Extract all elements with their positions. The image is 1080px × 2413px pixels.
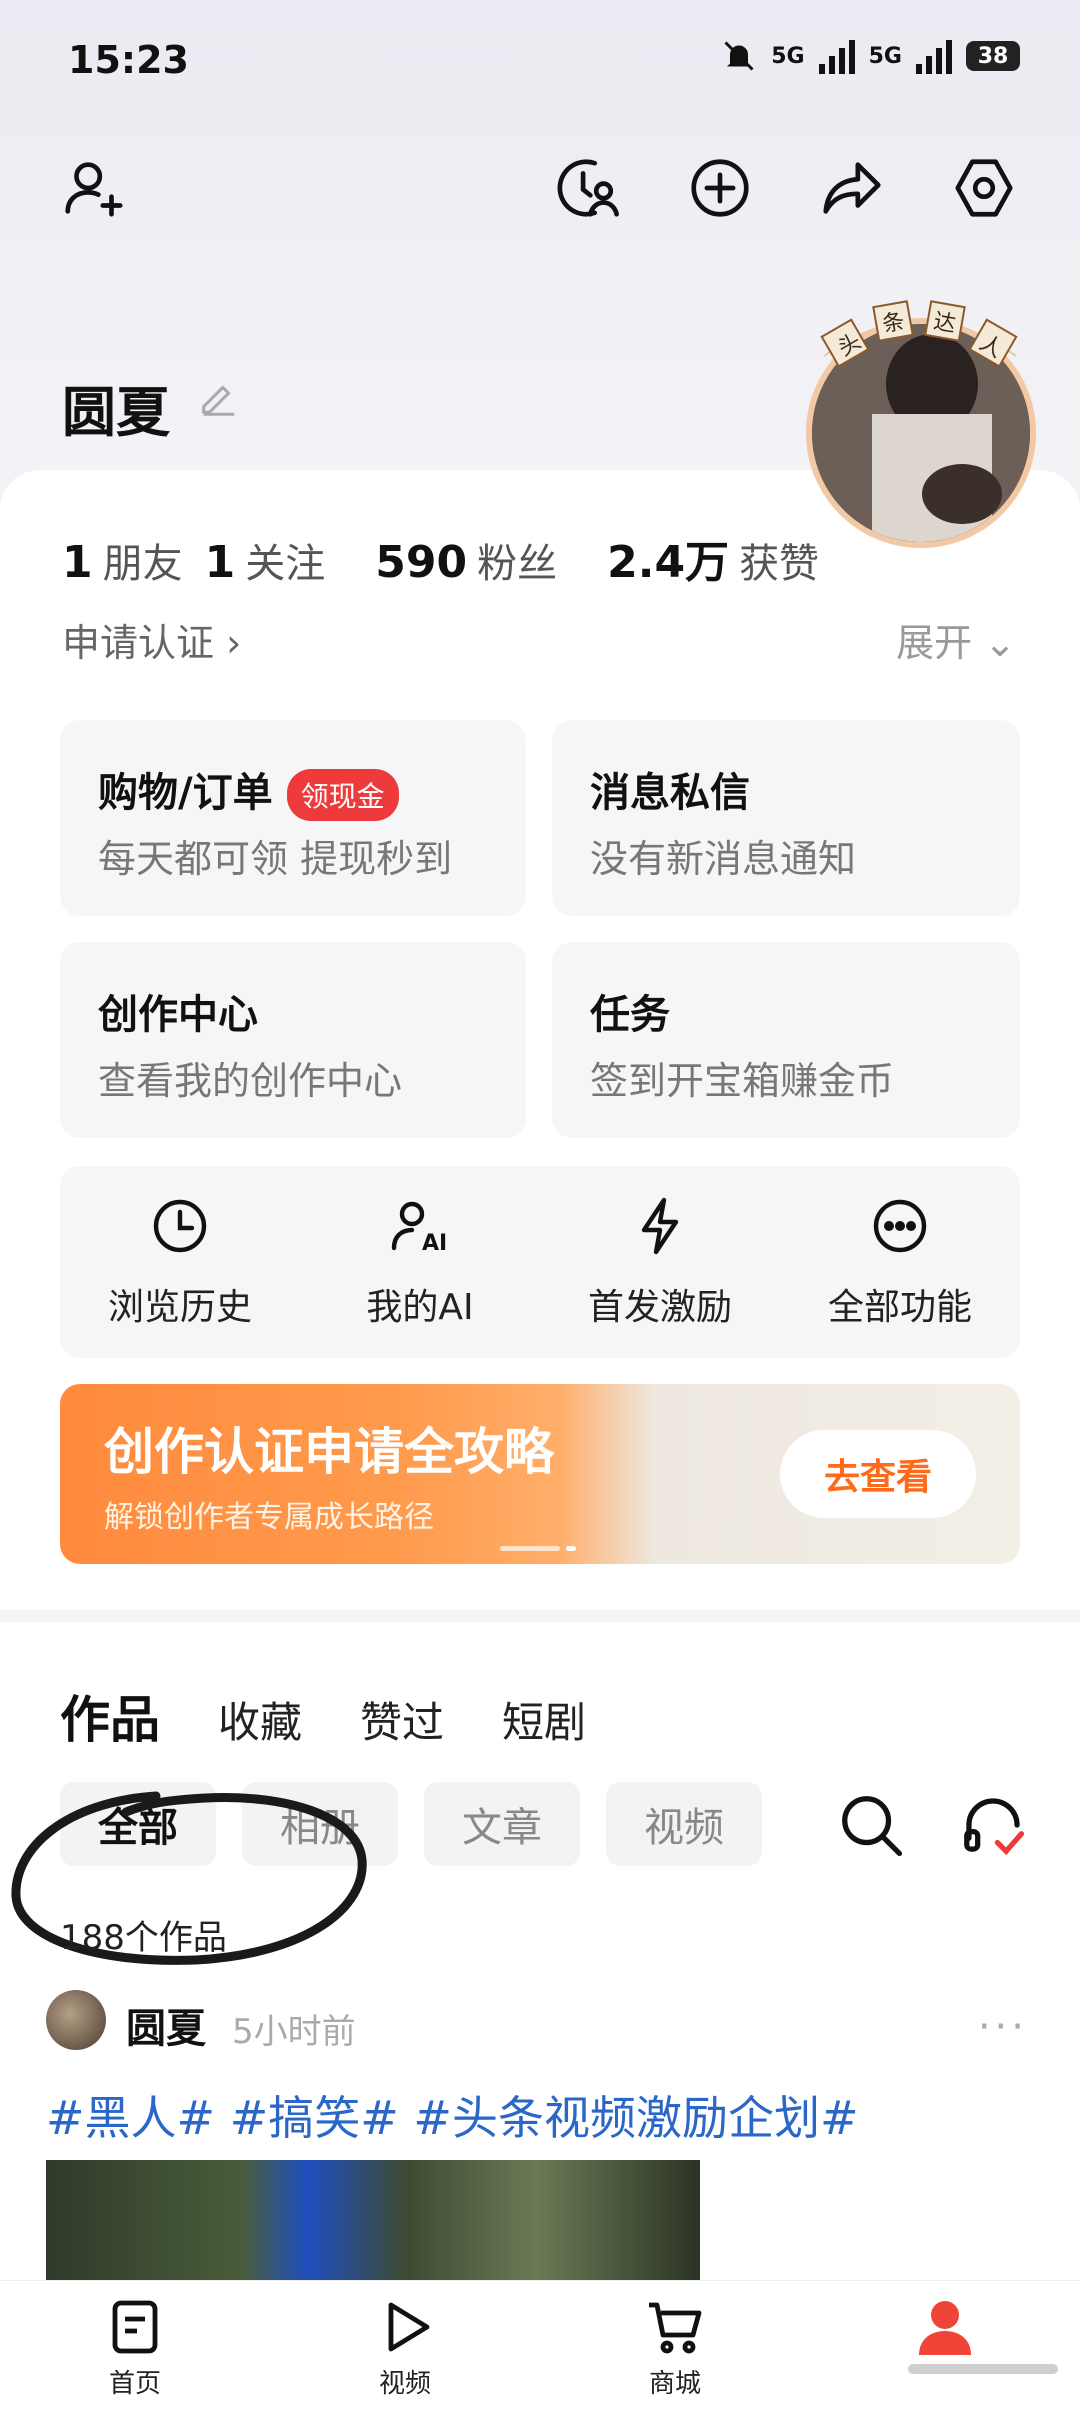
create-button[interactable] (680, 148, 760, 228)
banner-view-button[interactable]: 去查看 (780, 1430, 976, 1518)
profile-username: 圆夏 (62, 381, 170, 444)
status-time: 15:23 (68, 38, 189, 82)
banner-page-indicator (500, 1546, 576, 1551)
post-author-avatar[interactable] (46, 1990, 106, 2050)
tab-works[interactable]: 作品 (60, 1680, 160, 1752)
visitor-clock-icon (557, 159, 619, 217)
nav-home[interactable]: 首页 (0, 2281, 270, 2413)
status-icons: 5G 5G 38 (721, 38, 1020, 74)
network-label-1: 5G (771, 43, 805, 69)
plus-circle-icon (691, 159, 749, 217)
quick-actions: 浏览历史 AI 我的AI 首发激励 全部功能 (60, 1166, 1020, 1358)
clock-icon (153, 1199, 207, 1253)
quick-my-ai[interactable]: AI 我的AI (300, 1166, 540, 1358)
talent-badge-icon: 头 条 达 人 (820, 300, 1018, 366)
tab-short-drama[interactable]: 短剧 (502, 1689, 586, 1750)
banner-subtitle: 解锁创作者专属成长路径 (104, 1500, 434, 1535)
cash-badge: 领现金 (286, 769, 399, 821)
tile-shopping-sub: 每天都可领 提现秒到 (98, 837, 453, 881)
signal-icon-1 (818, 38, 855, 74)
profile-icon (919, 2301, 971, 2355)
post-video-thumbnail[interactable] (46, 2160, 700, 2282)
settings-hexagon-icon (955, 159, 1013, 217)
post-author-name[interactable]: 圆夏 (126, 1996, 206, 2054)
settings-button[interactable] (944, 148, 1024, 228)
headset-icon[interactable] (958, 1790, 1028, 1860)
profile-stats: 1 朋友 1 关注 590 粉丝 2.4万 获赞 (62, 526, 869, 590)
cart-icon (649, 2302, 702, 2354)
nav-mall[interactable]: 商城 (540, 2281, 810, 2413)
filter-article[interactable]: 文章 (424, 1782, 580, 1866)
filter-video[interactable]: 视频 (606, 1782, 762, 1866)
network-label-2: 5G (868, 43, 902, 69)
post-more-button[interactable]: ··· (978, 2004, 1028, 2050)
apply-certification-link[interactable]: 申请认证 › (62, 612, 241, 667)
quick-first-release[interactable]: 首发激励 (540, 1166, 780, 1358)
tab-favorites[interactable]: 收藏 (218, 1689, 302, 1750)
works-count: 188个作品 (60, 1918, 227, 1958)
post-hashtags[interactable]: #黑人# #搞笑# #头条视频激励企划# (46, 2082, 859, 2148)
post-time: 5小时前 (232, 2012, 356, 2052)
more-circle-icon (873, 1199, 927, 1253)
search-icon[interactable] (836, 1790, 906, 1860)
creator-cert-banner[interactable]: 创作认证申请全攻略 解锁创作者专属成长路径 去查看 (60, 1384, 1020, 1564)
tile-messages-sub: 没有新消息通知 (590, 837, 857, 881)
badge-char-2: 条 (880, 309, 906, 337)
tile-tasks-sub: 签到开宝箱赚金币 (590, 1059, 895, 1103)
expand-toggle[interactable]: 展开 ⌄ (896, 612, 1016, 667)
tile-messages-title: 消息私信 (590, 770, 750, 816)
bottom-nav: 首页 视频 商城 (0, 2280, 1080, 2413)
stat-following[interactable]: 1 关注 (205, 531, 326, 589)
share-button[interactable] (812, 148, 892, 228)
tile-creator-title: 创作中心 (98, 992, 258, 1038)
svg-text:AI: AI (422, 1231, 447, 1256)
stat-friends[interactable]: 1 朋友 (62, 531, 183, 589)
ai-person-icon: AI (391, 1201, 447, 1256)
banner-title: 创作认证申请全攻略 (104, 1423, 554, 1481)
edit-name-icon[interactable] (196, 374, 242, 420)
stat-followers[interactable]: 590 粉丝 (375, 531, 557, 589)
section-divider (0, 1610, 1080, 1622)
home-doc-icon (112, 2300, 158, 2354)
mute-bell-icon (724, 41, 754, 71)
tile-creator-center[interactable]: 创作中心 查看我的创作中心 (60, 942, 526, 1138)
add-friend-icon (65, 162, 123, 217)
play-icon (388, 2302, 430, 2352)
quick-all-features[interactable]: 全部功能 (780, 1166, 1020, 1358)
badge-char-3: 达 (932, 309, 958, 337)
home-indicator (908, 2364, 1058, 2374)
nav-video[interactable]: 视频 (270, 2281, 540, 2413)
stat-likes[interactable]: 2.4万 获赞 (607, 526, 819, 590)
tab-liked[interactable]: 赞过 (360, 1689, 444, 1750)
content-tabs: 作品 收藏 赞过 短剧 (60, 1680, 644, 1752)
share-arrow-icon (823, 162, 881, 214)
visitor-history-button[interactable] (546, 148, 626, 228)
tile-tasks[interactable]: 任务 签到开宝箱赚金币 (552, 942, 1020, 1138)
tile-tasks-title: 任务 (590, 992, 670, 1038)
tile-messages[interactable]: 消息私信 没有新消息通知 (552, 720, 1020, 916)
tile-shopping-orders[interactable]: 购物/订单 领现金 每天都可领 提现秒到 (60, 720, 526, 916)
add-friend-button[interactable] (54, 148, 134, 228)
quick-browse-history[interactable]: 浏览历史 (60, 1166, 300, 1358)
signal-icon-2 (916, 38, 952, 74)
tile-creator-sub: 查看我的创作中心 (98, 1059, 403, 1103)
battery-icon: 38 (966, 41, 1020, 71)
lightning-icon (641, 1197, 679, 1255)
nav-profile[interactable] (810, 2281, 1080, 2413)
tile-shopping-title: 购物/订单 领现金 (98, 760, 399, 821)
